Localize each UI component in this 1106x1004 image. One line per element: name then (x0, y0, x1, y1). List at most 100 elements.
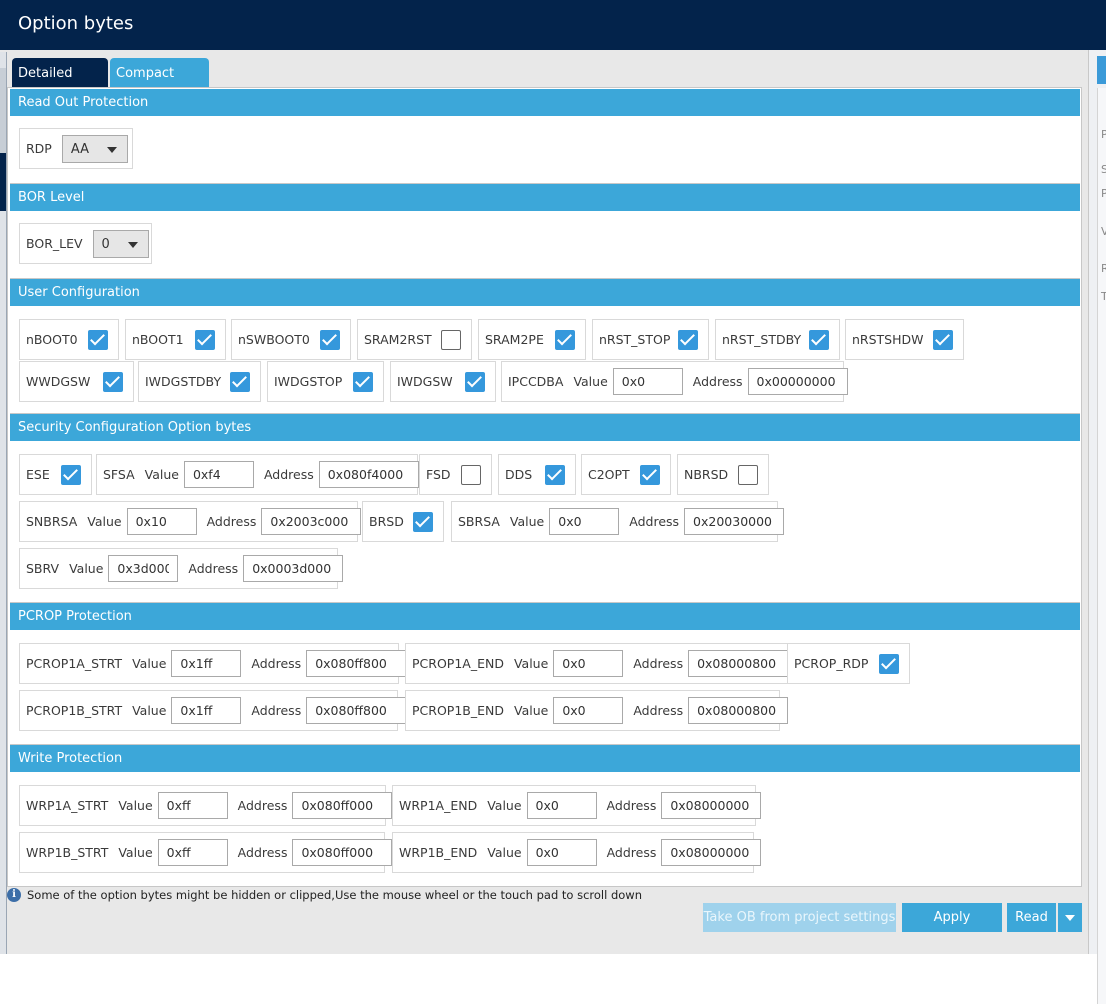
apply-button[interactable]: Apply (902, 903, 1002, 932)
nboot1-checkbox[interactable] (195, 329, 215, 350)
wrp1b-strt-field: WRP1B_STRT Value Address (19, 832, 393, 873)
tab-detailed-view[interactable]: Detailed view (12, 58, 108, 112)
address-label: Address (237, 845, 288, 860)
bor-lev-selected-value: 0 (101, 236, 110, 252)
pcrop1a-strt-address-input[interactable] (306, 650, 407, 677)
pcrop1a-end-field: PCROP1A_END Value Address (405, 643, 792, 684)
sbrv-address-input[interactable] (243, 555, 344, 582)
iwdgsw-checkbox[interactable] (465, 371, 485, 392)
ipccdba-address-input[interactable] (747, 368, 848, 395)
pcrop1b-strt-value-input[interactable] (171, 697, 242, 724)
wrp1b-end-value-input[interactable] (526, 839, 597, 866)
value-label: Value (513, 656, 549, 671)
section-security-configuration: Security Configuration Option bytes ESE … (10, 414, 1080, 603)
sfsa-field: SFSA Value Address (96, 454, 419, 495)
pcrop1a-strt-value-input[interactable] (171, 650, 242, 677)
address-label: Address (237, 798, 288, 813)
iwdgstop-checkbox[interactable] (353, 371, 373, 392)
read-options-button[interactable] (1058, 903, 1082, 932)
rdp-select[interactable]: AA (61, 134, 128, 163)
sbrv-value-input[interactable] (108, 555, 179, 582)
pcrop1a-end-address-input[interactable] (688, 650, 789, 677)
wrp1a-strt-field: WRP1A_STRT Value Address (19, 785, 393, 826)
wrp1a-strt-value-input[interactable] (157, 792, 228, 819)
window-title: Option bytes (18, 13, 134, 34)
nbrsd-checkbox[interactable] (738, 464, 758, 485)
value-label: Value (513, 703, 549, 718)
pcrop1b-end-address-input[interactable] (688, 697, 789, 724)
flag-label: nSWBOOT0 (238, 332, 310, 347)
flag-ese: ESE (19, 454, 92, 495)
right-panel-button[interactable] (1097, 56, 1106, 84)
wrp1a-end-address-input[interactable] (661, 792, 762, 819)
bor-lev-select[interactable]: 0 (92, 229, 149, 258)
rdp-selected-value: AA (70, 141, 90, 157)
value-label: Value (487, 845, 522, 860)
section-body: RDP AA (10, 116, 1080, 184)
pcrop1b-strt-label: PCROP1B_STRT (26, 703, 123, 718)
ipccdba-label: IPCCDBA (508, 374, 564, 389)
flag-nboot0: nBOOT0 (19, 319, 119, 360)
iwdgstdby-checkbox[interactable] (230, 371, 250, 392)
wrp1a-end-value-input[interactable] (526, 792, 597, 819)
sbrsa-field: SBRSA Value Address (451, 501, 785, 542)
ipccdba-value-input[interactable] (612, 368, 683, 395)
flag-sram2pe: SRAM2PE (478, 319, 586, 360)
pcrop1b-end-value-input[interactable] (553, 697, 624, 724)
flag-label: FSD (426, 467, 451, 482)
section-body: ESE SFSA Value Address FSD DDS C2OPT NBR… (10, 441, 1080, 603)
sfsa-address-input[interactable] (318, 461, 419, 488)
snbrsa-label: SNBRSA (26, 514, 78, 529)
c2opt-checkbox[interactable] (640, 464, 660, 485)
pcrop1b-strt-address-input[interactable] (306, 697, 407, 724)
dds-checkbox[interactable] (545, 464, 565, 485)
read-button[interactable]: Read (1007, 903, 1056, 932)
flag-iwdgsw: IWDGSW (390, 361, 496, 402)
take-ob-from-project-button[interactable]: Take OB from project settings (703, 903, 896, 932)
fsd-checkbox[interactable] (461, 464, 481, 485)
pcrop-rdp-checkbox[interactable] (879, 653, 899, 674)
snbrsa-field: SNBRSA Value Address (19, 501, 362, 542)
section-pcrop-protection: PCROP Protection PCROP1A_STRT Value Addr… (10, 603, 1080, 745)
brsd-checkbox[interactable] (413, 511, 433, 532)
section-header: Read Out Protection (10, 89, 1080, 116)
sfsa-value-input[interactable] (183, 461, 254, 488)
nboot0-checkbox[interactable] (88, 329, 108, 350)
tab-compact-view[interactable]: Compact view (110, 58, 209, 112)
sbrsa-address-input[interactable] (684, 508, 785, 535)
flag-c2opt: C2OPT (581, 454, 671, 495)
nrst-stdby-checkbox[interactable] (809, 329, 829, 350)
snbrsa-value-input[interactable] (126, 508, 197, 535)
nswboot0-checkbox[interactable] (320, 329, 340, 350)
nrst-stop-checkbox[interactable] (678, 329, 698, 350)
snbrsa-address-input[interactable] (261, 508, 362, 535)
section-body: nBOOT0 nBOOT1 nSWBOOT0 SRAM2RST SRAM2PE … (10, 306, 1080, 414)
right-panel-letter: R (1101, 262, 1106, 275)
sram2pe-checkbox[interactable] (555, 329, 575, 350)
scroll-hint: i Some of the option bytes might be hidd… (7, 887, 642, 903)
wrp1b-end-address-input[interactable] (661, 839, 762, 866)
flag-dds: DDS (498, 454, 576, 495)
value-label: Value (118, 798, 153, 813)
sbrsa-value-input[interactable] (549, 508, 620, 535)
wwdgsw-checkbox[interactable] (103, 371, 123, 392)
value-label: Value (132, 703, 167, 718)
pcrop1a-end-value-input[interactable] (553, 650, 624, 677)
bor-lev-label: BOR_LEV (26, 236, 83, 251)
address-label: Address (188, 561, 239, 576)
sram2rst-checkbox[interactable] (441, 329, 461, 350)
ese-checkbox[interactable] (61, 464, 81, 485)
wrp1b-strt-value-input[interactable] (157, 839, 228, 866)
address-label: Address (606, 798, 657, 813)
flag-label: nRST_STDBY (722, 332, 802, 347)
value-label: Value (118, 845, 153, 860)
right-panel-letter: T (1101, 290, 1106, 303)
flag-sram2rst: SRAM2RST (357, 319, 472, 360)
flag-label: nBOOT1 (132, 332, 184, 347)
scroll-hint-text: Some of the option bytes might be hidden… (27, 888, 643, 902)
left-strip-active-marker (0, 153, 6, 211)
nrstshdw-checkbox[interactable] (933, 329, 953, 350)
wrp1b-strt-address-input[interactable] (292, 839, 393, 866)
wrp1a-strt-address-input[interactable] (292, 792, 393, 819)
right-panel-letter: P (1101, 187, 1106, 200)
